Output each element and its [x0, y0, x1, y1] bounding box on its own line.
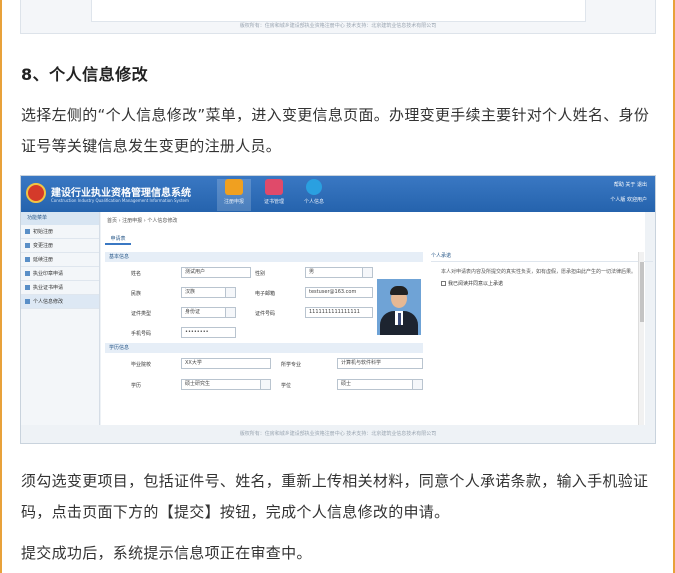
menu-icon	[25, 243, 30, 248]
sidebar-item-personal-info[interactable]: 个人信息修改	[21, 295, 99, 309]
system-title: 建设行业执业资格管理信息系统	[51, 188, 191, 199]
sidebar-title: 功能菜单	[21, 212, 99, 225]
xuewei-select[interactable]: 硕士	[337, 379, 423, 390]
major-field[interactable]: 计算机与软件科学	[337, 358, 423, 369]
app-footer: 版权所有：住房和城乡建设部执业资格注册中心 技术支持：北京建筑业信息技术有限公司	[21, 425, 655, 443]
previous-screenshot: 版权所有：住房和城乡建设部执业资格注册中心 技术支持：北京建筑业信息技术有限公司	[20, 0, 656, 34]
commitment-panel: 个人承诺 本人对申请表内容及所提交的真实性负责，如有虚假，愿承担由此产生的一切法…	[431, 252, 653, 287]
document-icon	[225, 179, 243, 195]
sidebar-item-change[interactable]: 变更注册	[21, 239, 99, 253]
school-label: 毕业院校	[131, 362, 152, 368]
id-photo[interactable]	[377, 279, 421, 335]
sidebar: 功能菜单 初始注册 变更注册 延续注册 执业印章申请 执业证书申请 个人信息修改	[21, 212, 100, 443]
info-icon	[306, 179, 322, 195]
intro-paragraph: 选择左侧的“个人信息修改”菜单，进入变更信息页面。办理变更手续主要针对个人姓名、…	[21, 106, 650, 155]
idno-label: 证件号码	[255, 311, 276, 317]
gender-select[interactable]: 男	[305, 267, 373, 278]
commitment-checkbox[interactable]: 我已阅读并同意以上承诺	[431, 280, 653, 287]
previous-screenshot-footer: 版权所有：住房和城乡建设部执业资格注册中心 技术支持：北京建筑业信息技术有限公司	[239, 23, 437, 29]
header-links[interactable]: 帮助 关于 退出	[614, 181, 647, 188]
nav-personal-info[interactable]: 个人信息	[297, 179, 331, 211]
xuewei-label: 学位	[281, 383, 292, 389]
menu-icon	[25, 257, 30, 262]
gender-label: 性别	[255, 271, 266, 277]
nation-select[interactable]: 汉族	[181, 287, 236, 298]
tab-application-form[interactable]: 申请表	[105, 234, 131, 245]
menu-icon	[25, 229, 30, 234]
result-paragraph: 提交成功后，系统提示信息项正在审查中。	[21, 544, 312, 562]
idno-field[interactable]: 1111111111111111	[305, 307, 373, 318]
name-label: 姓名	[131, 271, 142, 277]
degree-select[interactable]: 硕士研究生	[181, 379, 271, 390]
previous-screenshot-panel	[91, 0, 586, 22]
instruction-paragraph: 须勾选变更项目，包括证件号、姓名，重新上传相关材料，同意个人承诺条款，输入手机验…	[21, 472, 649, 521]
major-label: 所学专业	[281, 362, 302, 368]
menu-icon	[25, 271, 30, 276]
scrollbar-thumb[interactable]	[640, 262, 644, 322]
phone-field[interactable]: ••••••••	[181, 327, 236, 338]
phone-label: 手机号码	[131, 331, 152, 337]
degree-label: 学历	[131, 383, 142, 389]
breadcrumb: 首页 › 注册申报 › 个人信息修改	[107, 218, 178, 224]
system-subtitle: Construction Industry Qualification Mana…	[51, 198, 189, 203]
menu-icon	[25, 299, 30, 304]
nation-label: 民族	[131, 291, 142, 297]
app-header: 建设行业执业资格管理信息系统 Construction Industry Qua…	[21, 176, 655, 212]
header-user: 个人版 欢迎用户	[610, 197, 647, 203]
checkbox-icon[interactable]	[441, 281, 446, 286]
nav-registration[interactable]: 注册申报	[217, 179, 251, 211]
section-heading: 8、个人信息修改	[21, 65, 149, 84]
system-screenshot: 建设行业执业资格管理信息系统 Construction Industry Qua…	[20, 175, 656, 444]
main-panel: 首页 › 注册申报 › 个人信息修改 申请表 基本信息 姓名 测试用户 性别 男…	[101, 212, 653, 432]
emblem-logo	[26, 183, 46, 203]
section-education: 学历信息	[105, 343, 423, 353]
sidebar-item-certificate[interactable]: 执业证书申请	[21, 281, 99, 295]
school-field[interactable]: XX大学	[181, 358, 271, 369]
name-field[interactable]: 测试用户	[181, 267, 251, 278]
idtype-label: 证件类型	[131, 311, 152, 317]
commitment-title: 个人承诺	[431, 252, 653, 262]
sidebar-item-seal[interactable]: 执业印章申请	[21, 267, 99, 281]
sidebar-item-renewal[interactable]: 延续注册	[21, 253, 99, 267]
section-basic-info: 基本信息	[105, 252, 423, 262]
monitor-icon	[265, 179, 283, 195]
commitment-text: 本人对申请表内容及所提交的真实性负责，如有虚假，愿承担由此产生的一切法律后果。	[441, 269, 637, 275]
scrollbar[interactable]	[638, 252, 644, 432]
sidebar-item-initial[interactable]: 初始注册	[21, 225, 99, 239]
menu-icon	[25, 285, 30, 290]
nav-certificates[interactable]: 证书管理	[257, 179, 291, 211]
idtype-select[interactable]: 身份证	[181, 307, 236, 318]
email-label: 电子邮箱	[255, 291, 276, 297]
email-field[interactable]: testuser@163.com	[305, 287, 373, 298]
